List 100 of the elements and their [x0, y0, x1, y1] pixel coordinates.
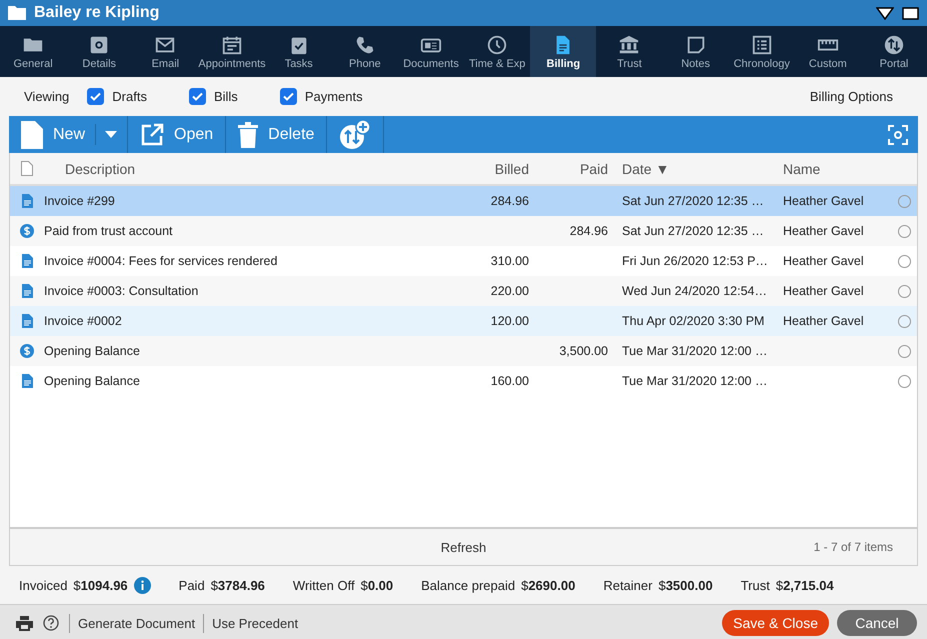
info-icon[interactable]: [134, 576, 151, 594]
summary-label: Trust: [740, 578, 770, 592]
dollar-icon: [20, 344, 34, 358]
nav-tab[interactable]: Trust: [596, 26, 663, 77]
bank-icon: [618, 34, 640, 56]
nav-tab[interactable]: General: [0, 26, 66, 77]
table-cell: Heather Gavel: [783, 194, 864, 208]
summary-value: $3784.96: [210, 578, 265, 592]
document-icon: [21, 161, 33, 176]
nav-tab[interactable]: Time & Exp: [464, 26, 530, 77]
dollar-icon: [20, 224, 34, 238]
radio-button[interactable]: [898, 194, 911, 208]
radio-button[interactable]: [898, 344, 911, 358]
table-cell: 220.00: [490, 284, 529, 298]
nav-tab[interactable]: Phone: [332, 26, 398, 77]
checkbox[interactable]: [87, 88, 104, 105]
nav-tab[interactable]: Documents: [398, 26, 464, 77]
pager-text: 1 - 7 of 7 items: [814, 540, 893, 554]
checkbox[interactable]: [280, 88, 297, 105]
window-title: Bailey re Kipling: [34, 4, 160, 22]
checkbox-label[interactable]: Bills: [214, 89, 238, 104]
summary-label: Invoiced: [19, 578, 68, 592]
document-icon: [22, 254, 32, 268]
nav-tab[interactable]: Custom: [794, 26, 861, 77]
radio-button[interactable]: [898, 314, 911, 328]
footer-link[interactable]: Generate Document: [69, 614, 204, 632]
folder-icon: [8, 6, 26, 20]
table-cell: Heather Gavel: [783, 224, 864, 238]
table-cell: 284.96: [490, 194, 529, 208]
refresh-button[interactable]: Refresh: [434, 538, 492, 556]
nav-tab[interactable]: Email: [132, 26, 198, 77]
table-cell: Invoice #0002: [44, 314, 122, 328]
table-row[interactable]: Invoice #0004: Fees for services rendered 310.00 Fri Jun 26/2020 12:53 P… Heather Gavel: [10, 246, 917, 276]
table-cell: 284.96: [570, 224, 608, 238]
radio-button[interactable]: [898, 284, 911, 298]
checkbox[interactable]: [188, 88, 206, 105]
table-cell: Heather Gavel: [783, 254, 864, 268]
table-row[interactable]: Opening Balance 160.00 Tue Mar 31/2020 12:00 …: [10, 366, 917, 396]
table-cell: Tue Mar 31/2020 12:00 …: [622, 344, 768, 358]
maximize-icon[interactable]: [902, 6, 919, 20]
help-icon[interactable]: [43, 615, 59, 631]
arrows-icon: [883, 34, 906, 56]
radio-button[interactable]: [898, 254, 911, 268]
checkbox-label[interactable]: Drafts: [112, 89, 147, 104]
summary-label: Paid: [178, 578, 205, 592]
billing-options-link[interactable]: Billing Options: [804, 88, 899, 105]
radio-button[interactable]: [898, 374, 911, 388]
dropdown-icon[interactable]: [876, 6, 894, 20]
table-cell: 160.00: [490, 374, 529, 388]
nav-tab[interactable]: Billing: [530, 26, 596, 77]
table-cell: Paid from trust account: [44, 224, 173, 238]
table-cell: Invoice #299: [44, 194, 115, 208]
nav-tab[interactable]: Tasks: [266, 26, 332, 77]
table-cell: Invoice #0004: Fees for services rendered: [44, 254, 278, 268]
checkbox-label[interactable]: Payments: [304, 89, 363, 104]
table-cell: 120.00: [490, 314, 529, 328]
table-cell: 310.00: [490, 254, 529, 268]
table-cell: Wed Jun 24/2020 12:54…: [622, 284, 768, 298]
clock-icon: [486, 34, 508, 56]
table-row[interactable]: Paid from trust account 284.96 Sat Jun 27/2020 12:35 … Heather Gavel: [10, 216, 917, 246]
summary-value: $3500.00: [658, 578, 713, 592]
summary-value: $0.00: [360, 578, 394, 592]
table-cell: 3,500.00: [559, 344, 608, 358]
nav-tab[interactable]: Chronology: [728, 26, 795, 77]
document-icon: [22, 194, 32, 208]
cancel-button[interactable]: Cancel: [837, 610, 917, 636]
viewing-label: Viewing: [24, 89, 70, 104]
nav-tab[interactable]: Appointments: [198, 26, 266, 77]
external-link-icon: [140, 122, 164, 146]
footer-link[interactable]: Use Precedent: [203, 614, 306, 632]
table-row[interactable]: Invoice #0002 120.00 Thu Apr 02/2020 3:30 PM Heather Gavel: [10, 306, 917, 336]
table-cell: Sat Jun 27/2020 12:35 …: [622, 224, 764, 238]
trash-icon: [238, 122, 258, 148]
table-row[interactable]: Invoice #299 284.96 Sat Jun 27/2020 12:35 … Heather Gavel: [10, 186, 917, 216]
nav-tab[interactable]: Portal: [860, 26, 927, 77]
print-icon[interactable]: [16, 616, 33, 630]
table-cell: Opening Balance: [44, 344, 140, 358]
radio-button[interactable]: [898, 224, 911, 238]
nav-tab[interactable]: Notes: [662, 26, 729, 77]
save-close-button[interactable]: Save & Close: [722, 610, 829, 636]
summary-value: $1094.96: [73, 578, 128, 592]
document-icon: [22, 284, 32, 298]
summary-value: $2,715.04: [776, 578, 834, 592]
document-icon: [22, 314, 32, 328]
column-header[interactable]: Billed: [454, 160, 529, 176]
table-cell: Opening Balance: [44, 374, 140, 388]
table-cell: Tue Mar 31/2020 12:00 …: [622, 374, 768, 388]
summary-value: $2690.00: [521, 578, 576, 592]
table-cell: Sat Jun 27/2020 12:35 …: [622, 194, 764, 208]
table-cell: Heather Gavel: [783, 284, 864, 298]
table-row[interactable]: Opening Balance 3,500.00 Tue Mar 31/2020 12:00 …: [10, 336, 917, 366]
column-header[interactable]: Paid: [529, 160, 608, 176]
table-cell: Invoice #0003: Consultation: [44, 284, 198, 298]
column-header[interactable]: Description: [44, 160, 454, 176]
table-row[interactable]: Invoice #0003: Consultation 220.00 Wed Jun 24/2020 12:54… Heather Gavel: [10, 276, 917, 306]
column-header[interactable]: Date ▼: [608, 160, 773, 176]
summary-label: Retainer: [603, 578, 652, 592]
nav-tab[interactable]: Details: [66, 26, 132, 77]
column-header[interactable]: Name: [773, 160, 883, 176]
new-button[interactable]: New: [9, 116, 96, 153]
